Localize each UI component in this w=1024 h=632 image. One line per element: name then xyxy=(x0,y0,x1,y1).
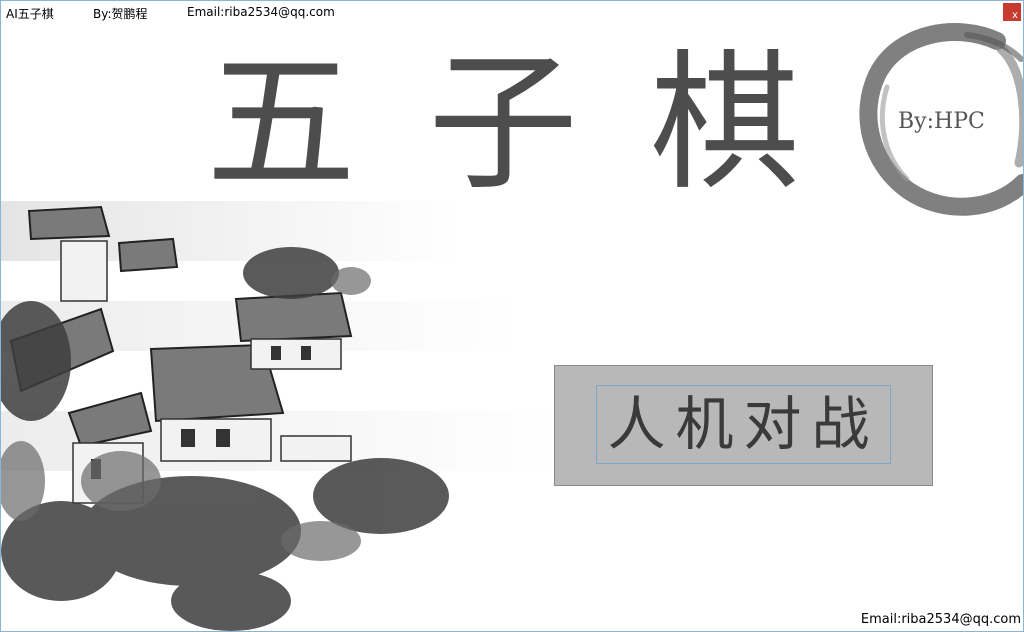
close-button[interactable]: x xyxy=(1003,3,1021,21)
byline: By:HPC xyxy=(898,109,985,134)
window-title: AI五子棋 xyxy=(6,7,54,21)
title-bar[interactable]: AI五子棋 By:贺鹏程 Email:riba2534@qq.com x xyxy=(1,1,1023,23)
title-author: By:贺鹏程 xyxy=(93,7,148,21)
title-email: Email:riba2534@qq.com xyxy=(187,5,335,19)
pve-mode-button[interactable]: 人机对战 xyxy=(554,365,933,486)
village-painting-icon xyxy=(1,201,561,631)
game-title: 五子棋 xyxy=(206,37,873,211)
close-icon: x xyxy=(1012,10,1018,21)
footer-email: Email:riba2534@qq.com xyxy=(860,612,1021,627)
app-window: AI五子棋 By:贺鹏程 Email:riba2534@qq.com x 五子棋… xyxy=(0,0,1024,632)
pve-mode-label: 人机对战 xyxy=(596,385,891,464)
